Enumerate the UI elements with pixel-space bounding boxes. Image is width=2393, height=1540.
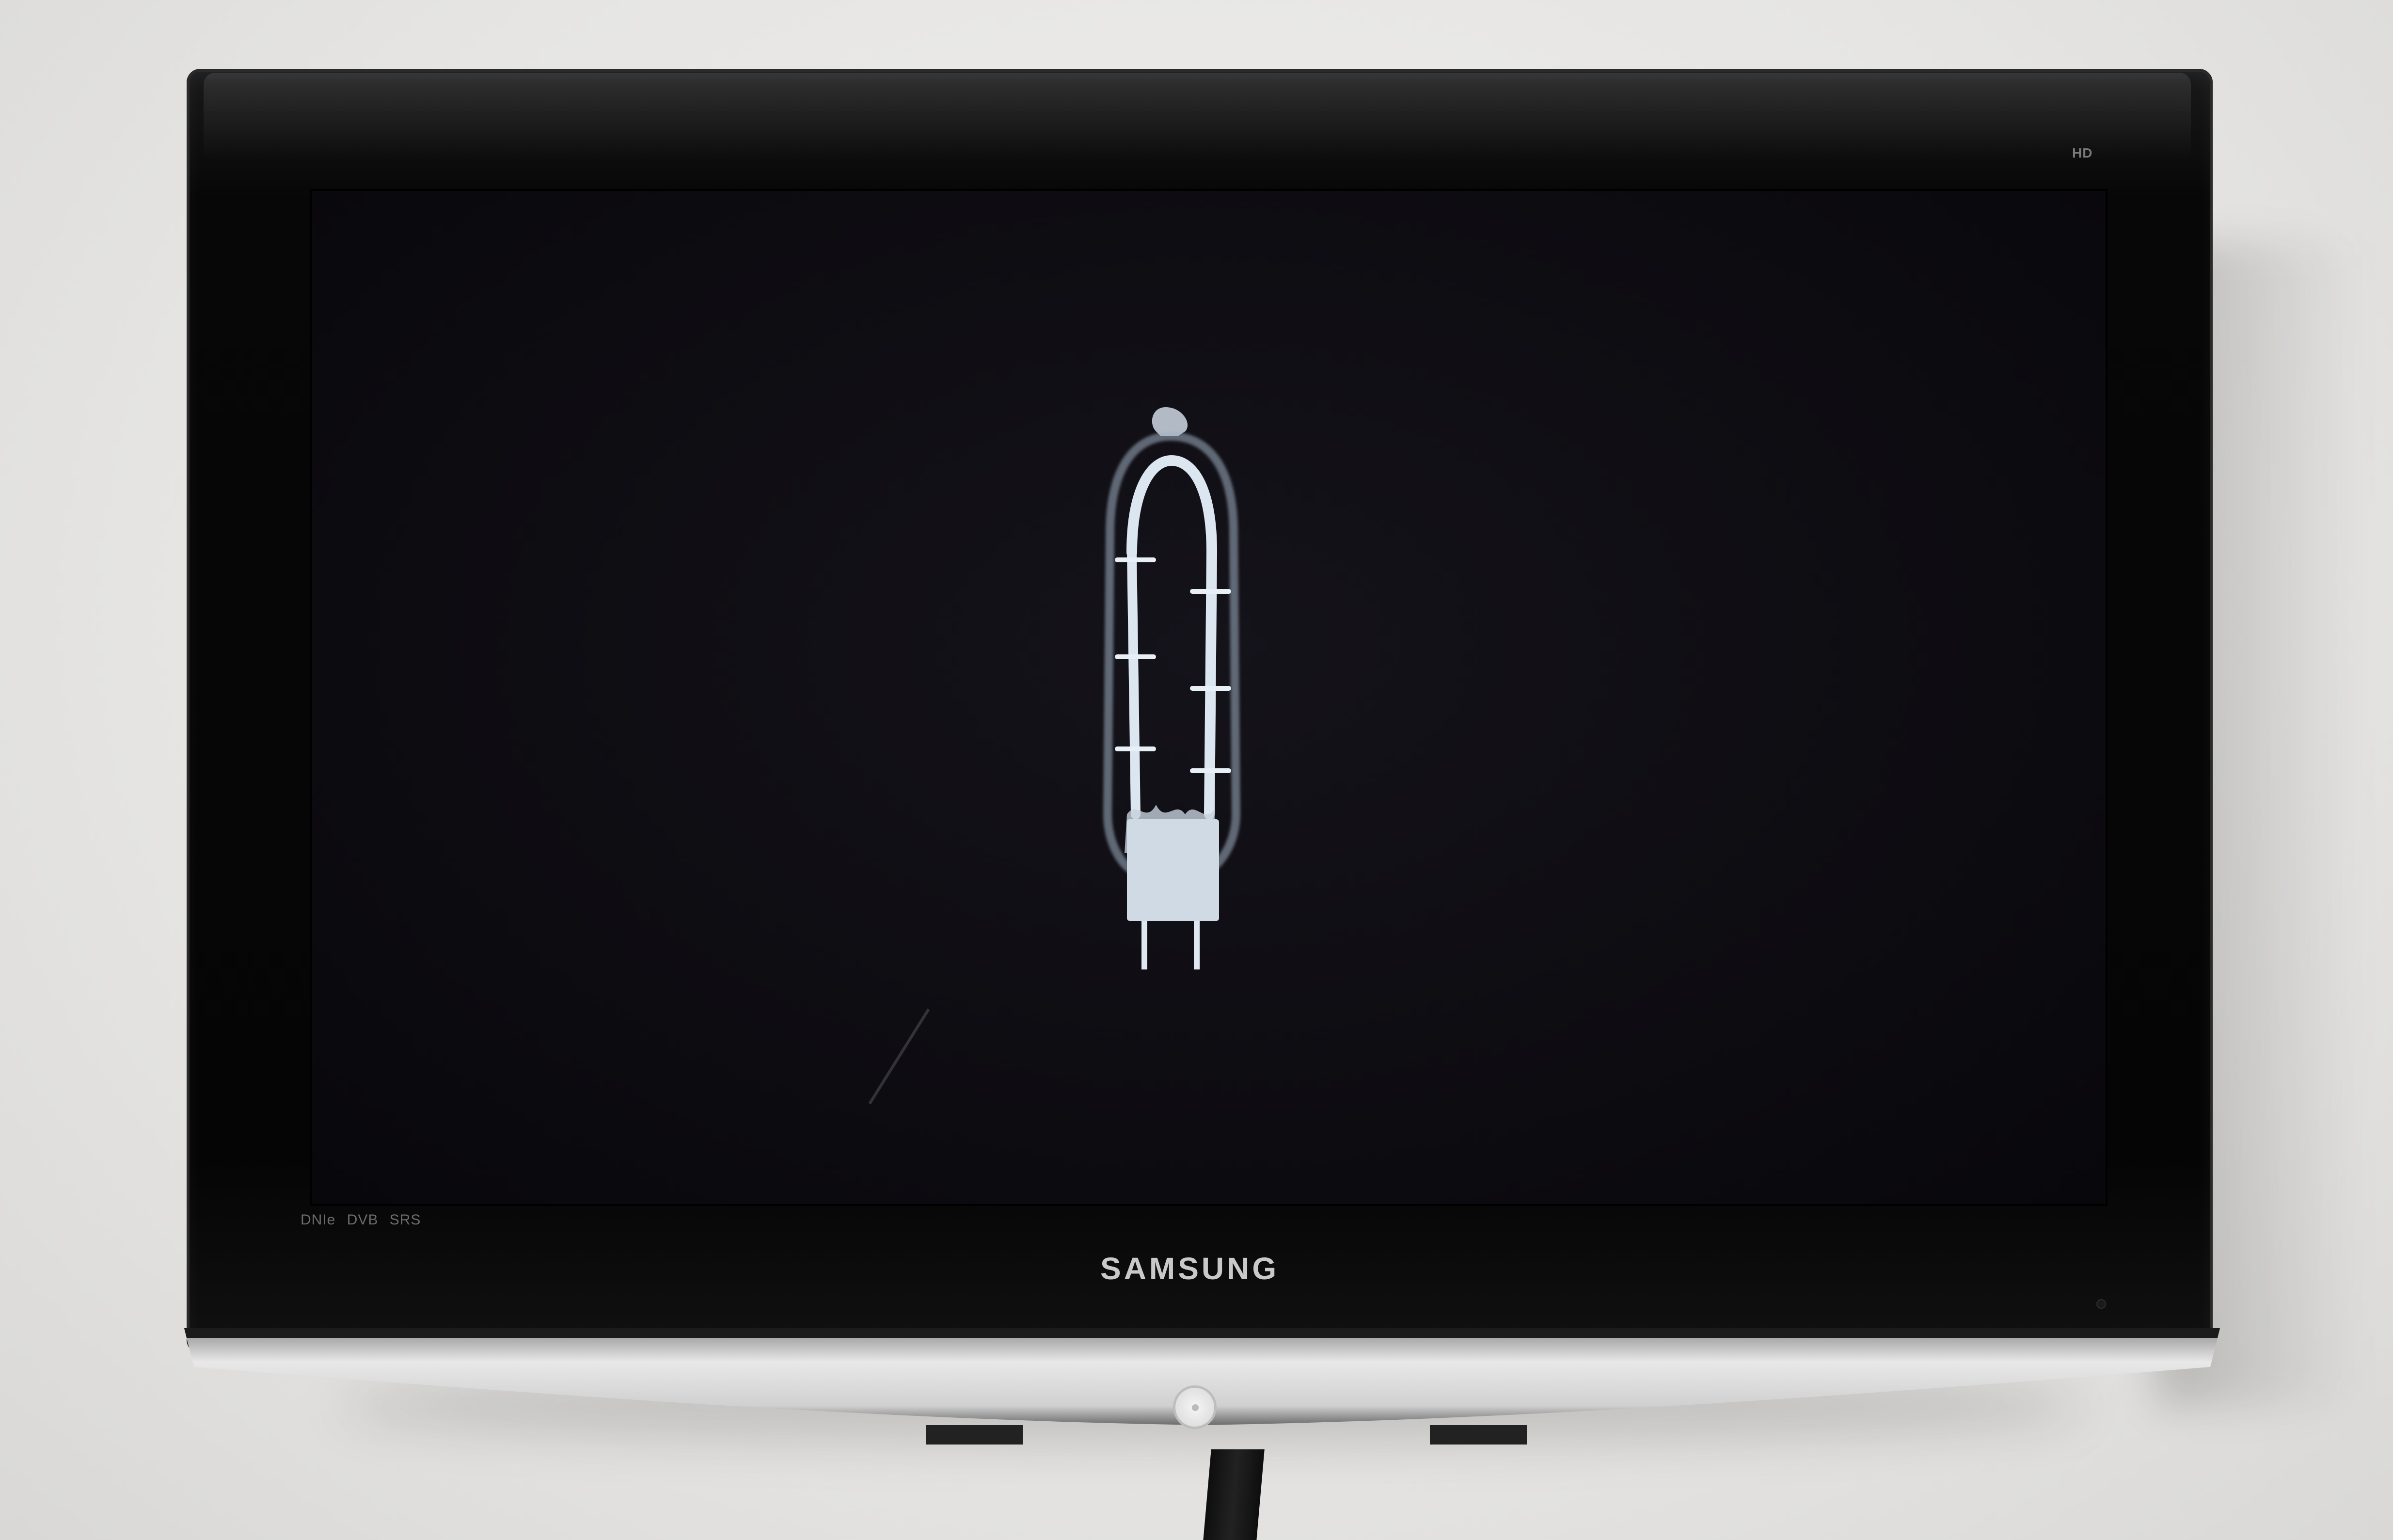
stand-foot-left xyxy=(926,1425,1023,1445)
power-cable xyxy=(1203,1449,1265,1540)
stand-foot-right xyxy=(1430,1425,1527,1445)
tube-tip xyxy=(1152,407,1188,436)
vacuum-tube-image xyxy=(1103,407,1241,969)
feature-badge: DNIe xyxy=(301,1212,336,1228)
tube-base-block xyxy=(1127,819,1219,921)
tube-pin-left xyxy=(1141,921,1147,969)
tube-filament-left xyxy=(1127,548,1141,819)
feature-badge: SRS xyxy=(389,1212,421,1228)
feature-badge: DVB xyxy=(347,1212,379,1228)
power-button[interactable] xyxy=(1173,1385,1217,1429)
bezel-gloss xyxy=(204,73,2191,160)
power-led xyxy=(2096,1299,2106,1309)
tube-pin-right xyxy=(1194,921,1200,969)
photo-scene: HD DNIe DVB SRS SAMSUNG xyxy=(0,0,2393,1540)
hd-badge: HD xyxy=(2072,145,2093,160)
feature-badges: DNIe DVB SRS xyxy=(301,1212,428,1228)
tube-filament-arch xyxy=(1126,455,1218,820)
brand-logo: SAMSUNG xyxy=(1100,1251,1280,1286)
screen-scratch xyxy=(868,1008,930,1105)
